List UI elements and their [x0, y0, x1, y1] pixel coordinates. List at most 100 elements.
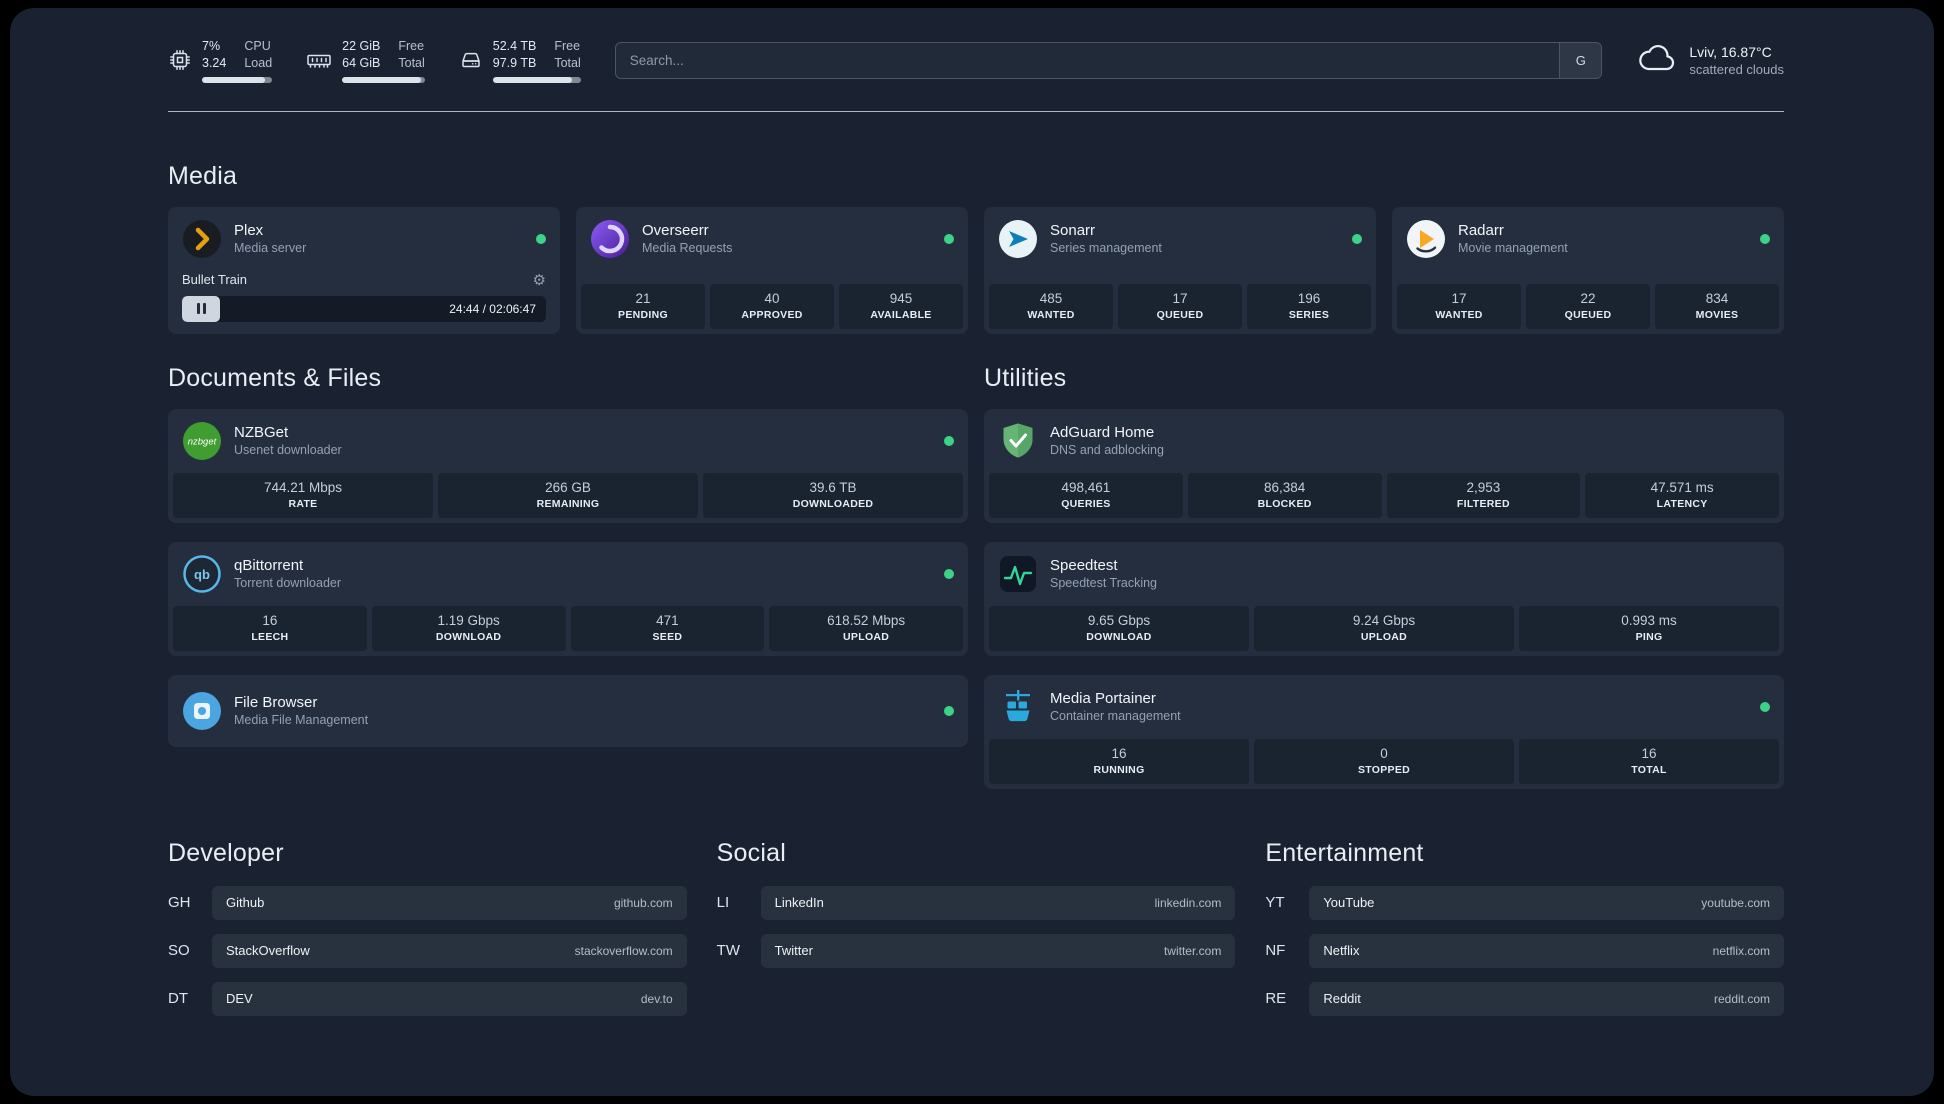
memory-free-value: 22 GiB: [342, 39, 381, 53]
stat-label: QUEUED: [1564, 308, 1612, 321]
stat-tile: 9.24 Gbps UPLOAD: [1254, 605, 1514, 651]
portainer-icon: [998, 687, 1038, 727]
plex-now-playing: Bullet Train ⚙ 24:44 / 02:06:47: [168, 271, 560, 334]
service-card-nzbget[interactable]: nzbget NZBGet Usenet downloader 744.21 M…: [168, 408, 968, 523]
service-card-sonarr[interactable]: Sonarr Series management 485 WANTED 17 Q…: [984, 206, 1376, 334]
bookmark-dev[interactable]: DT DEV dev.to: [168, 981, 687, 1016]
dashboard: 7% 3.24 CPU Load 22 GiB 64 GiB Free Tota…: [10, 8, 1934, 1096]
bookmark-stackoverflow[interactable]: SO StackOverflow stackoverflow.com: [168, 933, 687, 968]
stat-tile: 744.21 Mbps RATE: [173, 472, 433, 518]
stat-value: 618.52 Mbps: [827, 612, 906, 628]
bookmark-github[interactable]: GH Github github.com: [168, 885, 687, 920]
playback-progress-bar[interactable]: 24:44 / 02:06:47: [182, 295, 546, 322]
disk-bar: [492, 76, 581, 83]
memory-icon: [306, 48, 332, 72]
bookmark-url: github.com: [613, 895, 673, 910]
nzbget-icon: nzbget: [182, 421, 222, 461]
stat-value: 16: [262, 612, 278, 628]
stat-tile: 471 SEED: [570, 605, 765, 651]
svg-text:qb: qb: [194, 567, 210, 582]
service-subtitle: Media Requests: [642, 241, 733, 256]
stat-value: 16: [1111, 745, 1127, 761]
bookmark-name: Github: [226, 895, 265, 911]
service-subtitle: Media server: [234, 241, 307, 256]
section-title-social: Social: [716, 838, 786, 867]
disk-total-value: 97.9 TB: [492, 55, 537, 70]
service-title: AdGuard Home: [1050, 424, 1155, 442]
stat-tile: 16 RUNNING: [989, 738, 1249, 784]
search-input[interactable]: [614, 41, 1603, 79]
service-card-speedtest[interactable]: Speedtest Speedtest Tracking 9.65 Gbps D…: [984, 541, 1784, 656]
cpu-load-value: 3.24: [202, 55, 227, 70]
status-dot: [944, 233, 954, 244]
stat-value: 485: [1039, 290, 1063, 306]
bookmark-name: DEV: [226, 991, 253, 1007]
speedtest-icon: [998, 554, 1038, 594]
disk-free-value: 52.4 TB: [492, 39, 537, 53]
cpu-icon: [168, 48, 192, 72]
stat-value: 834: [1705, 290, 1729, 306]
bookmark-url: stackoverflow.com: [574, 943, 673, 958]
service-subtitle: Series management: [1050, 241, 1162, 256]
weather-widget[interactable]: Lviv, 16.87°C scattered clouds: [1636, 42, 1784, 79]
weather-location: Lviv, 16.87°C: [1689, 43, 1772, 60]
service-card-qbittorrent[interactable]: qb qBittorrent Torrent downloader 16 LEE…: [168, 541, 968, 656]
section-media: Media Plex Media server Bullet Train ⚙ 2…: [168, 162, 1784, 334]
service-card-filebrowser[interactable]: File Browser Media File Management: [168, 674, 968, 747]
status-dot: [536, 233, 546, 244]
disk-total-label: Total: [554, 55, 581, 70]
disk-widget: 52.4 TB 97.9 TB Free Total: [459, 38, 581, 83]
status-dot: [1760, 701, 1770, 712]
service-title: Speedtest: [1050, 557, 1118, 575]
service-card-plex[interactable]: Plex Media server Bullet Train ⚙ 24:44 /…: [168, 206, 560, 334]
bookmark-group-developer: Developer GH Github github.com SO StackO…: [168, 839, 687, 1030]
stat-tile: 0.993 ms PING: [1519, 605, 1779, 651]
bookmark-abbr: DT: [168, 990, 188, 1008]
search-provider-button[interactable]: G: [1559, 42, 1602, 78]
plex-icon: [182, 219, 222, 259]
cpu-bar: [202, 76, 273, 83]
stat-tile: 834 MOVIES: [1655, 283, 1779, 329]
bookmark-reddit[interactable]: RE Reddit reddit.com: [1265, 981, 1784, 1016]
service-card-radarr[interactable]: Radarr Movie management 17 WANTED 22 QUE…: [1392, 206, 1784, 334]
bookmark-url: youtube.com: [1701, 895, 1770, 910]
service-card-adguard[interactable]: AdGuard Home DNS and adblocking 498,461 …: [984, 408, 1784, 523]
stat-label: BLOCKED: [1257, 497, 1312, 510]
stat-value: 744.21 Mbps: [263, 479, 343, 495]
bookmark-abbr: NF: [1265, 942, 1286, 960]
bookmark-abbr: SO: [168, 942, 190, 960]
section-utilities: Utilities AdGuard Home DNS and adblockin…: [984, 364, 1784, 789]
gear-icon[interactable]: ⚙: [533, 271, 546, 289]
bookmark-url: netflix.com: [1712, 943, 1770, 958]
pause-button[interactable]: [182, 295, 220, 322]
service-subtitle: Speedtest Tracking: [1050, 576, 1158, 591]
bookmark-url: reddit.com: [1713, 991, 1770, 1006]
stat-tile: 17 WANTED: [1397, 283, 1521, 329]
stat-tile: 16 LEECH: [173, 605, 367, 651]
cloud-icon: [1636, 42, 1678, 79]
stat-value: 21: [635, 290, 651, 306]
bookmark-abbr: TW: [716, 942, 740, 960]
bookmark-twitter[interactable]: TW Twitter twitter.com: [716, 933, 1236, 968]
qbittorrent-icon: qb: [182, 554, 222, 594]
section-title-utilities: Utilities: [984, 363, 1067, 392]
cpu-widget: 7% 3.24 CPU Load: [168, 38, 273, 83]
bookmark-linkedin[interactable]: LI LinkedIn linkedin.com: [717, 885, 1236, 920]
status-dot: [944, 705, 954, 716]
service-subtitle: Media File Management: [234, 713, 369, 728]
bookmark-youtube[interactable]: YT YouTube youtube.com: [1265, 885, 1784, 920]
bookmark-url: dev.to: [640, 991, 673, 1006]
service-card-portainer[interactable]: Media Portainer Container management 16 …: [984, 674, 1784, 789]
memory-free-label: Free: [398, 39, 425, 53]
service-title: Sonarr: [1050, 222, 1096, 240]
bookmark-netflix[interactable]: NF Netflix netflix.com: [1265, 933, 1784, 968]
service-card-overseerr[interactable]: Overseerr Media Requests 21 PENDING 40 A…: [576, 206, 968, 334]
section-title-entertainment: Entertainment: [1265, 838, 1424, 867]
stat-value: 945: [889, 290, 913, 306]
service-subtitle: Torrent downloader: [234, 576, 342, 591]
stat-value: 39.6 TB: [809, 479, 857, 495]
stat-value: 498,461: [1061, 479, 1111, 495]
stat-tile: 498,461 QUERIES: [989, 472, 1183, 518]
weather-condition: scattered clouds: [1689, 61, 1784, 77]
section-title-media: Media: [168, 161, 238, 190]
